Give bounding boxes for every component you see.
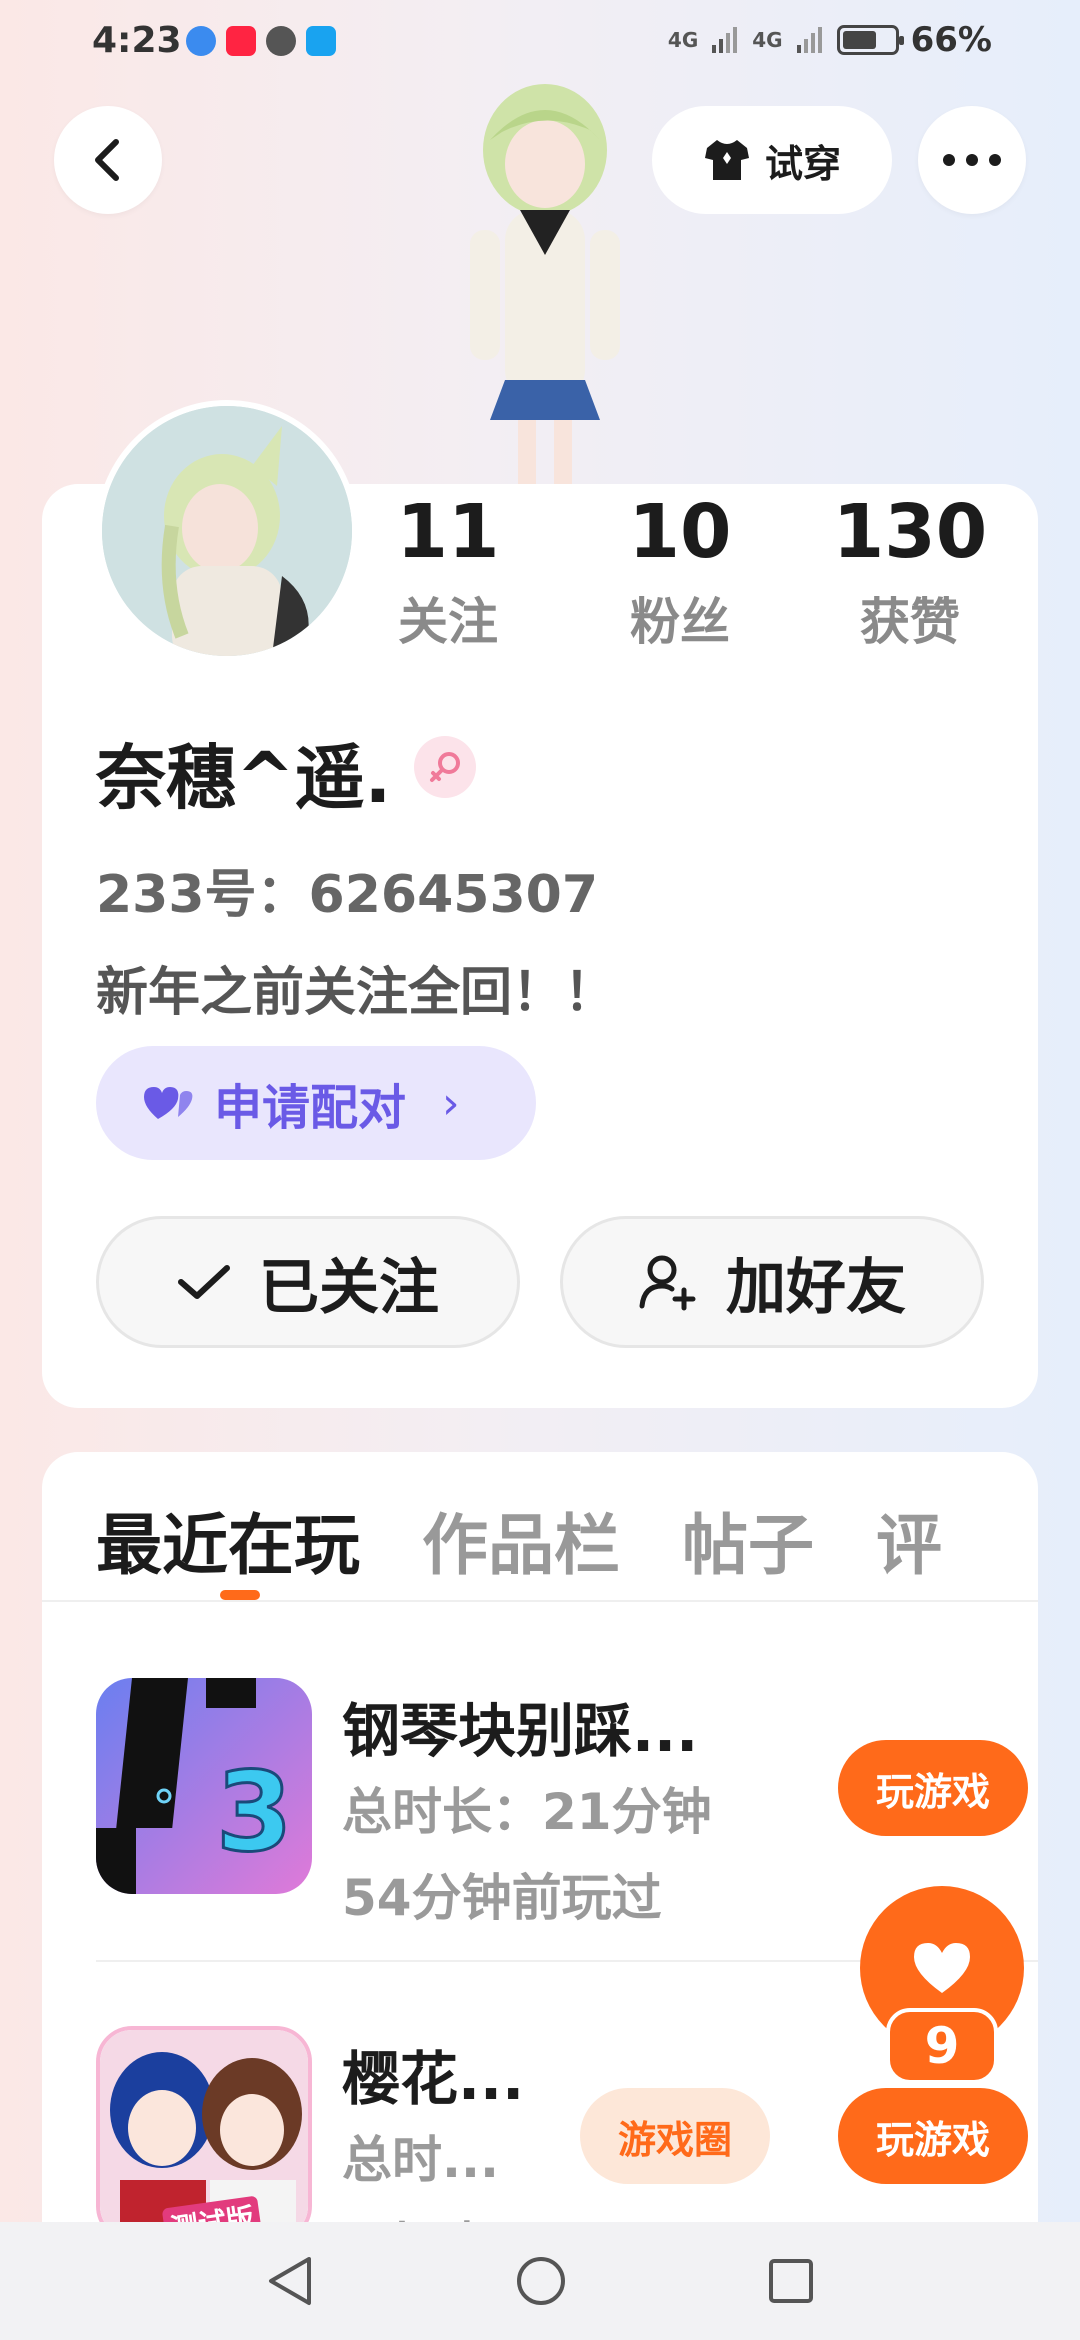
game-icon-number: 3	[215, 1747, 295, 1878]
piano-tiles-game-icon: 3	[96, 1678, 312, 1894]
shirt-icon	[704, 140, 749, 180]
game-circle-button[interactable]: 游戏圈	[580, 2088, 770, 2184]
battery-percent: 66%	[910, 20, 992, 60]
more-options-button[interactable]	[918, 106, 1026, 214]
avatar[interactable]	[96, 400, 358, 662]
try-on-label: 试穿	[764, 141, 841, 186]
wechat-icon	[266, 26, 296, 56]
game-duration: 总时...	[342, 2131, 499, 2189]
hearts-icon	[144, 1087, 193, 1119]
game-last-played: 54分钟前玩过	[342, 1869, 662, 1927]
game-row[interactable]: 测试版 樱花... 总时... 1小时... 游戏圈 玩游戏	[96, 2026, 1028, 2275]
add-user-icon	[639, 1255, 696, 1311]
play-game-button[interactable]: 玩游戏	[838, 1740, 1028, 1836]
signal-bars-icon	[796, 27, 822, 53]
fans-label: 粉丝	[630, 593, 730, 651]
game-row[interactable]: 3 钢琴块别踩... 总时长：21分钟 54分钟前玩过 玩游戏	[96, 1678, 1028, 1927]
like-count-badge: 9	[886, 2008, 998, 2084]
game-name: 钢琴块别踩...	[342, 1697, 699, 1765]
sakura-school-game-icon: 测试版	[96, 2026, 312, 2242]
checkmark-icon	[178, 1265, 230, 1299]
tabs-divider	[42, 1600, 1038, 1602]
status-bar: 4:23 4G 4G 66%	[0, 0, 1080, 90]
female-gender-icon	[414, 736, 476, 798]
bio: 新年之前关注全回！！	[96, 963, 617, 1023]
chevron-right-icon: ›	[442, 1077, 460, 1129]
nav-recents-icon[interactable]	[767, 2257, 815, 2305]
battery-level	[842, 31, 876, 49]
signal-bars-icon	[712, 27, 738, 53]
more-dots-icon	[943, 154, 1001, 166]
browser-icon	[186, 26, 216, 56]
game-name: 樱花...	[342, 2045, 525, 2113]
stat-following[interactable]: 11 关注	[358, 490, 538, 654]
fans-count: 10	[628, 489, 732, 575]
following-label: 关注	[398, 593, 498, 651]
battery-icon	[836, 25, 904, 55]
following-count: 11	[396, 489, 500, 575]
status-indicators: 4G 4G 66%	[668, 20, 992, 60]
likes-label: 获赞	[860, 593, 960, 651]
followed-label: 已关注	[259, 1252, 439, 1323]
likes-count: 130	[832, 489, 988, 575]
tab-active-indicator	[220, 1590, 260, 1600]
request-pair-label: 申请配对	[214, 1080, 407, 1136]
followed-button[interactable]: 已关注	[96, 1216, 520, 1348]
nav-home-icon[interactable]	[515, 2255, 567, 2307]
system-nav-bar	[0, 2222, 1080, 2340]
back-button[interactable]	[54, 106, 162, 214]
tab-posts[interactable]: 帖子	[682, 1492, 814, 1588]
games-card: 最近在玩 作品栏 帖子评 3 钢琴块别踩... 总时长：21分钟 54分钟前玩过 玩…	[42, 1452, 1038, 2340]
avatar-3d-figure	[470, 84, 620, 490]
play-game-button[interactable]: 玩游戏	[838, 2088, 1028, 2184]
add-friend-label: 加好友	[726, 1252, 906, 1323]
back-arrow-icon	[95, 139, 119, 181]
signal-2-label: 4G	[752, 28, 783, 52]
try-on-button[interactable]: 试穿	[652, 106, 892, 214]
heart-icon	[914, 1943, 970, 1993]
stat-fans[interactable]: 10 粉丝	[590, 490, 770, 654]
game-duration: 总时长：21分钟	[342, 1783, 712, 1841]
xiaohongshu-icon	[226, 26, 256, 56]
nav-back-icon[interactable]	[265, 2255, 315, 2307]
signal-1-label: 4G	[667, 28, 699, 52]
search-app-icon	[306, 26, 336, 56]
tab-recently-played[interactable]: 最近在玩	[96, 1492, 360, 1588]
avatar-image	[102, 406, 352, 656]
request-pair-button[interactable]: 申请配对 ›	[96, 1046, 536, 1160]
tab-works[interactable]: 作品栏	[422, 1492, 620, 1588]
tab-reviews[interactable]: 评	[876, 1492, 942, 1588]
status-app-icons	[186, 26, 336, 56]
stat-likes[interactable]: 130 获赞	[820, 490, 1000, 654]
user-id: 233号：62645307	[96, 865, 598, 925]
add-friend-button[interactable]: 加好友	[560, 1216, 984, 1348]
tab-bar: 最近在玩 作品栏 帖子评	[96, 1492, 1038, 1602]
nickname: 奈穗^遥.	[96, 737, 392, 819]
status-time: 4:23	[92, 20, 182, 61]
